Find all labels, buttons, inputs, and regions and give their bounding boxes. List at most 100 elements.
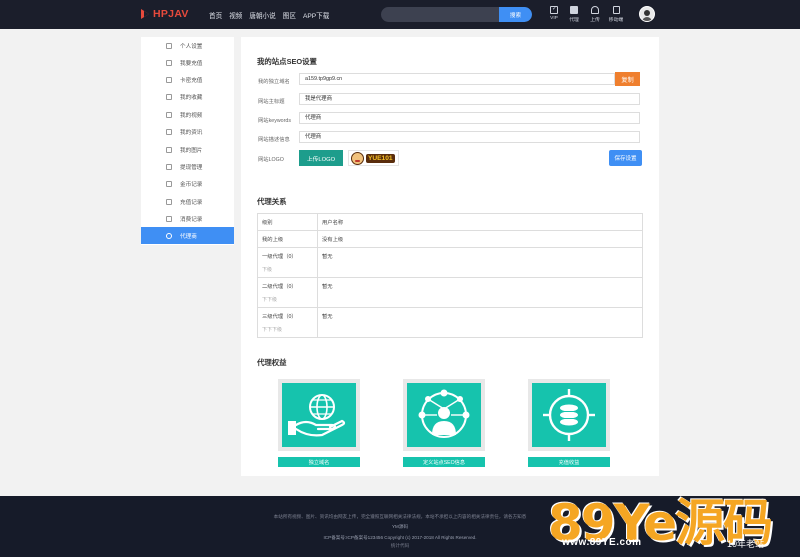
nav-video[interactable]: 视频	[229, 10, 242, 20]
table-cell-name: 没有上级	[317, 230, 643, 248]
sidebar-item-label: 充值记录	[180, 199, 203, 206]
mobile-link[interactable]: 移动端	[606, 6, 626, 23]
site-title-field[interactable]: 我是代理商	[299, 93, 640, 105]
agent-icon	[166, 232, 172, 239]
sidebar-item-recharge[interactable]: 我要充值	[141, 54, 234, 71]
sidebar-item-videos[interactable]: 我的视频	[141, 106, 234, 123]
sidebar-item-news[interactable]: 我的资讯	[141, 123, 234, 140]
top-navbar: HPJAV 首页 视频 唐朝小说 图区 APP下载 搜索 VIP 代理 上传 移…	[0, 0, 800, 29]
table-cell-level: 我的上级	[257, 230, 318, 248]
keywords-field[interactable]: 代理商	[299, 112, 640, 124]
sidebar-item-label: 卡密充值	[180, 77, 203, 84]
vip-icon	[550, 5, 558, 14]
sidebar-item-label: 我的资讯	[180, 129, 203, 136]
nav-novel[interactable]: 唐朝小说	[249, 10, 275, 20]
nav-home[interactable]: 首页	[209, 10, 222, 20]
upload-label: 上传	[590, 18, 600, 23]
agent-label: 代理	[569, 18, 579, 23]
network-user-icon	[407, 383, 481, 447]
level-sub-text: 下下级	[262, 297, 278, 303]
level-sub-text: 下下下级	[262, 327, 283, 333]
sidebar-item-label: 金币记录	[180, 181, 203, 188]
sidebar-item-favorites[interactable]: 我的收藏	[141, 88, 234, 105]
benefit-image-frame	[403, 379, 485, 451]
agent-link[interactable]: 代理	[564, 6, 584, 23]
cloud-upload-icon	[591, 6, 599, 14]
sidebar-item-label: 我的收藏	[180, 94, 203, 101]
star-icon	[166, 93, 172, 100]
sidebar-item-images[interactable]: 我的图片	[141, 141, 234, 158]
search-bar: 搜索	[381, 7, 532, 22]
sidebar-item-card-recharge[interactable]: 卡密充值	[141, 71, 234, 88]
agent-relation-table: 级别 用户名称 我的上级 没有上级 一级代理（0） 下级 暂无 二级代理（0） 下下…	[257, 213, 643, 338]
mobile-label: 移动端	[608, 18, 624, 23]
level-text: 三级代理（0）	[262, 314, 297, 320]
description-field[interactable]: 代理商	[299, 131, 640, 143]
keywords-label: 网站keywords	[258, 118, 291, 124]
copy-button[interactable]: 复制	[615, 72, 640, 86]
logo-label: 网站LOGO	[258, 157, 284, 163]
search-input[interactable]	[381, 7, 499, 22]
upload-logo-button[interactable]: 上传LOGO	[299, 150, 343, 166]
video-icon	[166, 111, 172, 118]
table-row: 一级代理（0） 下级 暂无	[257, 247, 643, 278]
sidebar-item-agent[interactable]: 代理商	[141, 227, 234, 244]
logo-text: HPJAV	[153, 8, 189, 20]
main-nav: 首页 视频 唐朝小说 图区 APP下载	[209, 10, 329, 20]
avatar[interactable]	[639, 6, 655, 22]
nav-gallery[interactable]: 图区	[283, 10, 296, 20]
level-sub-text: 下级	[262, 267, 273, 273]
table-row: 我的上级 没有上级	[257, 230, 643, 248]
agent-icon	[570, 6, 578, 14]
sidebar-item-label: 我要充值	[180, 60, 203, 67]
table-cell-name: 暂无	[317, 277, 643, 308]
sidebar-item-recharge-records[interactable]: 充值记录	[141, 193, 234, 210]
site-logo[interactable]: HPJAV	[141, 7, 189, 21]
sidebar-item-spending-records[interactable]: 消费记录	[141, 210, 234, 227]
logo-preview: YUE101	[348, 150, 399, 166]
nav-app-download[interactable]: APP下载	[303, 10, 329, 20]
coin-target-icon	[532, 383, 606, 447]
search-button[interactable]: 搜索	[499, 7, 532, 22]
benefit-image-frame	[528, 379, 610, 451]
table-cell-level: 二级代理（0） 下下级	[257, 277, 318, 308]
user-icon	[166, 42, 172, 49]
sidebar-item-settings[interactable]: 个人设置	[141, 37, 234, 54]
table-cell-level: 三级代理（0） 下下下级	[257, 307, 318, 338]
table-cell-name: 暂无	[317, 307, 643, 338]
table-cell-level: 一级代理（0） 下级	[257, 247, 318, 278]
sidebar-item-label: 个人设置	[180, 43, 203, 50]
logo-preview-text: YUE101	[366, 153, 395, 163]
site-title-label: 网站主标题	[258, 99, 285, 105]
sidebar-item-coin-records[interactable]: 金币记录	[141, 175, 234, 192]
mascot-icon	[351, 151, 364, 165]
seo-section-title: 我的站点SEO设置	[257, 57, 317, 66]
benefit-label: 充值收益	[528, 457, 610, 467]
table-header-row: 级别 用户名称	[257, 213, 643, 231]
save-settings-button[interactable]: 保存设置	[609, 150, 642, 166]
vip-label: VIP	[550, 16, 558, 21]
domain-field[interactable]: a159.tp9gp9.cn	[299, 73, 615, 85]
sidebar-item-label: 我的图片	[180, 147, 203, 154]
sidebar-item-label: 提现管理	[180, 164, 203, 171]
vip-link[interactable]: VIP	[544, 5, 564, 21]
benefits-section-title: 代理权益	[257, 358, 287, 367]
sidebar-item-withdraw[interactable]: 提现管理	[141, 158, 234, 175]
benefit-label: 定义站点SEO信息	[403, 457, 485, 467]
coin-icon	[166, 180, 172, 187]
level-text: 一级代理（0）	[262, 254, 297, 260]
bill-icon	[166, 215, 172, 222]
logo-play-icon	[141, 8, 152, 20]
upload-link[interactable]: 上传	[585, 6, 605, 23]
table-row: 三级代理（0） 下下下级 暂无	[257, 307, 643, 338]
sidebar-item-label: 我的视频	[180, 112, 203, 119]
main-panel: 我的站点SEO设置 我的独立域名 a159.tp9gp9.cn 复制 网站主标题…	[241, 37, 659, 476]
sidebar-item-label: 代理商	[180, 233, 197, 240]
relation-section-title: 代理关系	[257, 197, 287, 206]
mobile-icon	[612, 6, 620, 14]
domain-label: 我的独立域名	[258, 79, 290, 85]
table-header-cell: 用户名称	[317, 213, 643, 231]
benefit-label: 独立域名	[278, 457, 360, 467]
watermark-overlay: 89Ye源码 www.89YE.com 10年老站	[540, 483, 800, 557]
withdraw-icon	[166, 163, 172, 170]
